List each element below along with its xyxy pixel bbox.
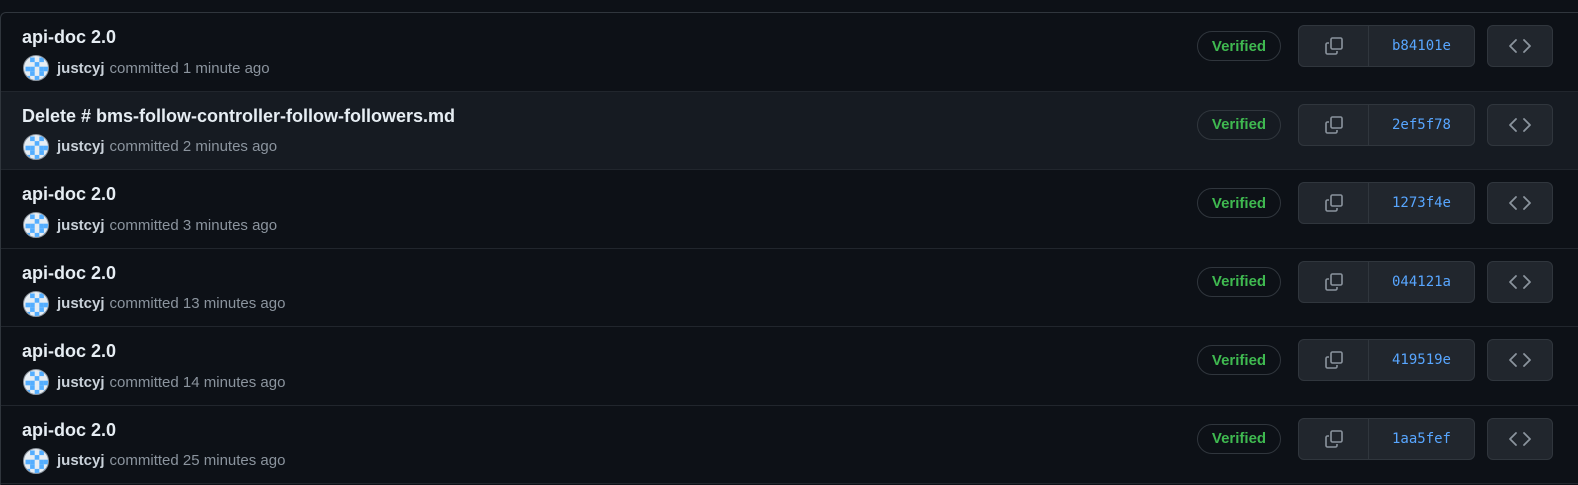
avatar[interactable] (23, 447, 49, 474)
sha-button-group: 1aa5fef (1298, 417, 1475, 460)
code-icon (1508, 117, 1532, 133)
commit-time: committed 14 minutes ago (109, 373, 286, 391)
commit-title[interactable]: api-doc 2.0 (22, 420, 116, 441)
commit-sha-link[interactable]: 2ef5f78 (1369, 105, 1474, 145)
commit-meta: justcyj committed 13 minutes ago (23, 290, 286, 317)
author-name[interactable]: justcyj (57, 217, 105, 234)
commit-meta: justcyj committed 2 minutes ago (23, 133, 278, 160)
copy-icon (1323, 271, 1345, 293)
verified-badge[interactable]: Verified (1197, 188, 1281, 218)
verified-badge[interactable]: Verified (1197, 266, 1281, 297)
commit-title[interactable]: api-doc 2.0 (22, 341, 116, 362)
commit-row: api-doc 2.0 justcyj committed 25 minutes… (1, 406, 1578, 484)
avatar[interactable] (23, 290, 49, 317)
commit-meta: justcyj committed 14 minutes ago (23, 369, 285, 395)
copy-sha-button[interactable] (1299, 340, 1369, 380)
commit-time: committed 25 minutes ago (109, 452, 286, 469)
commit-time: committed 2 minutes ago (109, 138, 278, 155)
copy-icon (1323, 192, 1345, 214)
sha-button-group: b84101e (1298, 25, 1475, 67)
browse-repository-button[interactable] (1487, 417, 1553, 460)
sha-button-group: 419519e (1298, 339, 1475, 381)
copy-sha-button[interactable] (1299, 261, 1369, 302)
copy-icon (1323, 35, 1345, 57)
author-name[interactable]: justcyj (57, 295, 105, 312)
commit-row: Delete # bms-follow-controller-follow-fo… (1, 91, 1578, 170)
commit-meta: justcyj committed 1 minute ago (23, 55, 270, 81)
verified-badge[interactable]: Verified (1197, 423, 1281, 454)
avatar[interactable] (23, 133, 49, 160)
avatar[interactable] (23, 212, 49, 238)
author-name[interactable]: justcyj (57, 374, 105, 391)
commit-time: committed 13 minutes ago (109, 295, 286, 312)
browse-repository-button[interactable] (1487, 25, 1553, 67)
commit-row: api-doc 2.0 justcyj committed 13 minutes… (1, 249, 1578, 327)
browse-repository-button[interactable] (1487, 103, 1553, 146)
commit-row: api-doc 2.0 justcyj committed 14 minutes… (1, 327, 1578, 406)
commit-sha-link[interactable]: 1273f4e (1369, 183, 1474, 223)
sha-button-group: 044121a (1298, 260, 1475, 303)
browse-repository-button[interactable] (1487, 339, 1553, 381)
commit-sha-link[interactable]: b84101e (1369, 26, 1474, 66)
browse-repository-button[interactable] (1487, 260, 1553, 303)
sha-button-group: 1273f4e (1298, 182, 1475, 224)
code-icon (1508, 38, 1532, 54)
copy-sha-button[interactable] (1299, 418, 1369, 459)
commit-row: api-doc 2.0 justcyj committed 1 minute a… (1, 13, 1578, 92)
browse-repository-button[interactable] (1487, 182, 1553, 224)
commit-list: api-doc 2.0 justcyj committed 1 minute a… (0, 12, 1578, 485)
code-icon (1508, 352, 1532, 368)
author-name[interactable]: justcyj (57, 452, 105, 469)
commit-meta: justcyj committed 25 minutes ago (23, 447, 286, 474)
commit-time: committed 1 minute ago (109, 59, 270, 77)
verified-badge[interactable]: Verified (1197, 345, 1281, 375)
code-icon (1508, 431, 1532, 447)
commit-title[interactable]: Delete # bms-follow-controller-follow-fo… (22, 106, 455, 127)
commit-meta: justcyj committed 3 minutes ago (23, 212, 277, 238)
commit-time: committed 3 minutes ago (109, 216, 278, 234)
commit-sha-link[interactable]: 044121a (1369, 262, 1474, 302)
copy-sha-button[interactable] (1299, 183, 1369, 223)
author-name[interactable]: justcyj (57, 138, 105, 155)
commit-title[interactable]: api-doc 2.0 (22, 263, 116, 284)
verified-badge[interactable]: Verified (1197, 31, 1281, 61)
commit-sha-link[interactable]: 419519e (1369, 340, 1474, 380)
commit-title[interactable]: api-doc 2.0 (22, 184, 116, 205)
copy-icon (1323, 349, 1345, 371)
avatar[interactable] (23, 369, 49, 395)
copy-sha-button[interactable] (1299, 26, 1369, 66)
sha-button-group: 2ef5f78 (1298, 103, 1475, 146)
avatar[interactable] (23, 55, 49, 81)
code-icon (1508, 274, 1532, 290)
copy-sha-button[interactable] (1299, 104, 1369, 145)
code-icon (1508, 195, 1532, 211)
copy-icon (1323, 114, 1345, 136)
commit-title[interactable]: api-doc 2.0 (22, 27, 116, 48)
verified-badge[interactable]: Verified (1197, 109, 1281, 140)
commit-sha-link[interactable]: 1aa5fef (1369, 419, 1474, 459)
commit-row: api-doc 2.0 justcyj committed 3 minutes … (1, 170, 1578, 249)
author-name[interactable]: justcyj (57, 60, 105, 77)
copy-icon (1323, 428, 1345, 450)
